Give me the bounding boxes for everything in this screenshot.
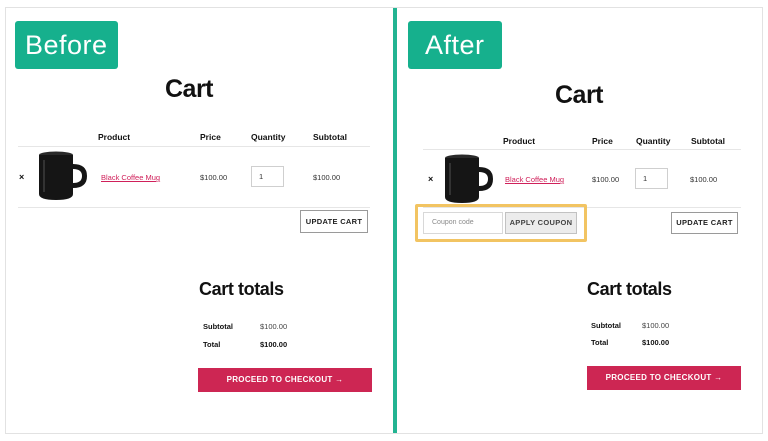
- column-subtotal: Subtotal: [313, 132, 347, 142]
- cart-totals-title: Cart totals: [199, 279, 284, 299]
- item-subtotal: $100.00: [313, 173, 341, 182]
- table-header-divider: [18, 146, 370, 147]
- subtotal-value: $100.00: [642, 321, 670, 330]
- update-cart-button[interactable]: UPDATE CART: [300, 210, 368, 233]
- column-price: Price: [592, 136, 613, 146]
- update-cart-button[interactable]: UPDATE CART: [671, 212, 738, 234]
- mug-image: [445, 154, 493, 203]
- before-badge: Before: [15, 21, 118, 69]
- remove-item-icon[interactable]: ×: [19, 172, 24, 182]
- apply-coupon-button[interactable]: APPLY COUPON: [505, 212, 577, 234]
- after-panel: After Cart Product Price Quantity Subtot…: [397, 0, 763, 441]
- column-quantity: Quantity: [636, 136, 671, 146]
- cart-title: Cart: [555, 81, 604, 109]
- product-link[interactable]: Black Coffee Mug: [101, 173, 160, 182]
- remove-item-icon[interactable]: ×: [428, 174, 433, 184]
- total-value: $100.00: [260, 340, 288, 349]
- item-price: $100.00: [200, 173, 228, 182]
- after-badge: After: [408, 21, 502, 69]
- cart-totals-title: Cart totals: [587, 279, 672, 299]
- total-value: $100.00: [642, 338, 670, 347]
- subtotal-label: Subtotal: [591, 321, 621, 330]
- item-price: $100.00: [592, 175, 620, 184]
- coupon-code-input[interactable]: Coupon code: [423, 212, 503, 234]
- mug-image: [39, 151, 87, 200]
- proceed-to-checkout-button[interactable]: PROCEED TO CHECKOUT →: [587, 366, 741, 390]
- quantity-input[interactable]: 1: [635, 168, 668, 189]
- before-panel: Before Cart Product Price Quantity Subto…: [0, 0, 393, 441]
- column-subtotal: Subtotal: [691, 136, 725, 146]
- cart-title: Cart: [165, 75, 214, 103]
- product-link[interactable]: Black Coffee Mug: [505, 175, 564, 184]
- column-quantity: Quantity: [251, 132, 286, 142]
- table-header-divider: [423, 149, 741, 150]
- column-price: Price: [200, 132, 221, 142]
- quantity-input[interactable]: 1: [251, 166, 284, 187]
- proceed-to-checkout-button[interactable]: PROCEED TO CHECKOUT →: [198, 368, 372, 392]
- table-row-divider: [18, 207, 370, 208]
- subtotal-label: Subtotal: [203, 322, 233, 331]
- total-label: Total: [591, 338, 609, 347]
- column-product: Product: [503, 136, 536, 146]
- item-subtotal: $100.00: [690, 175, 718, 184]
- subtotal-value: $100.00: [260, 322, 288, 331]
- column-product: Product: [98, 132, 131, 142]
- total-label: Total: [203, 340, 221, 349]
